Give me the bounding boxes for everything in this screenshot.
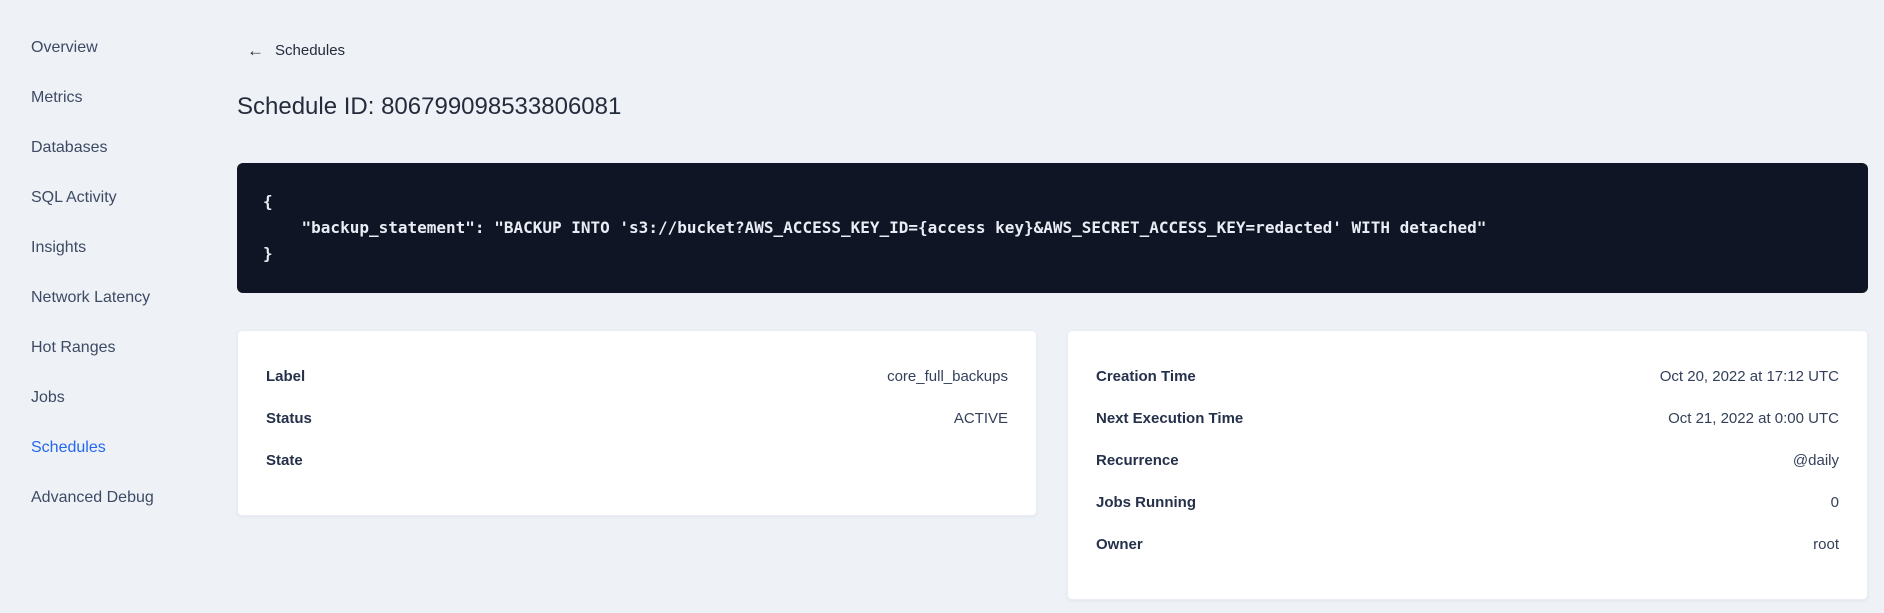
sidebar-item-network-latency[interactable]: Network Latency	[0, 273, 237, 323]
back-to-schedules-link[interactable]: ← Schedules	[247, 40, 1868, 60]
row-label: Label	[266, 367, 306, 385]
schedule-definition-code-block: { "backup_statement": "BACKUP INTO 's3:/…	[237, 163, 1868, 293]
sidebar-item-schedules[interactable]: Schedules	[0, 423, 237, 473]
code-line: }	[263, 244, 273, 263]
code-line: "backup_statement": "BACKUP INTO 's3://b…	[263, 218, 1487, 237]
sidebar-item-jobs[interactable]: Jobs	[0, 373, 237, 423]
sidebar-item-hot-ranges[interactable]: Hot Ranges	[0, 323, 237, 373]
row-label: Creation Time	[1096, 367, 1196, 385]
sidebar-item-advanced-debug[interactable]: Advanced Debug	[0, 473, 237, 523]
info-row-state: State	[266, 439, 1008, 481]
sidebar-item-databases[interactable]: Databases	[0, 123, 237, 173]
row-label: State	[266, 451, 303, 469]
sidebar-item-metrics[interactable]: Metrics	[0, 73, 237, 123]
sidebar: Overview Metrics Databases SQL Activity …	[0, 0, 237, 613]
row-value: Oct 21, 2022 at 0:00 UTC	[1668, 409, 1839, 427]
detail-cards-row: Label core_full_backups Status ACTIVE St…	[237, 330, 1868, 600]
timing-row-next-execution-time: Next Execution Time Oct 21, 2022 at 0:00…	[1096, 397, 1839, 439]
schedule-details-page: Overview Metrics Databases SQL Activity …	[0, 0, 1884, 613]
info-row-label: Label core_full_backups	[266, 355, 1008, 397]
schedule-info-card: Label core_full_backups Status ACTIVE St…	[237, 330, 1037, 516]
row-value: core_full_backups	[887, 367, 1008, 385]
timing-row-jobs-running: Jobs Running 0	[1096, 481, 1839, 523]
row-value: 0	[1830, 493, 1839, 511]
row-label: Recurrence	[1096, 451, 1179, 469]
timing-row-creation-time: Creation Time Oct 20, 2022 at 17:12 UTC	[1096, 355, 1839, 397]
sidebar-item-sql-activity[interactable]: SQL Activity	[0, 173, 237, 223]
sidebar-item-insights[interactable]: Insights	[0, 223, 237, 273]
schedule-timing-card: Creation Time Oct 20, 2022 at 17:12 UTC …	[1067, 330, 1868, 600]
timing-row-owner: Owner root	[1096, 523, 1839, 565]
timing-row-recurrence: Recurrence @daily	[1096, 439, 1839, 481]
row-value: root	[1813, 535, 1839, 553]
code-line: {	[263, 192, 273, 211]
back-arrow-icon: ←	[247, 40, 264, 60]
back-link-label: Schedules	[275, 41, 346, 59]
row-value: Oct 20, 2022 at 17:12 UTC	[1659, 367, 1839, 385]
sidebar-item-overview[interactable]: Overview	[0, 23, 237, 73]
row-label: Next Execution Time	[1096, 409, 1244, 427]
page-title: Schedule ID: 806799098533806081	[237, 93, 622, 120]
row-label: Jobs Running	[1096, 493, 1196, 511]
main-content: ← Schedules Schedule ID: 806799098533806…	[237, 0, 1868, 613]
row-label: Status	[266, 409, 312, 427]
row-value: @daily	[1792, 451, 1839, 469]
info-row-status: Status ACTIVE	[266, 397, 1008, 439]
row-label: Owner	[1096, 535, 1143, 553]
status-value: ACTIVE	[953, 409, 1008, 427]
